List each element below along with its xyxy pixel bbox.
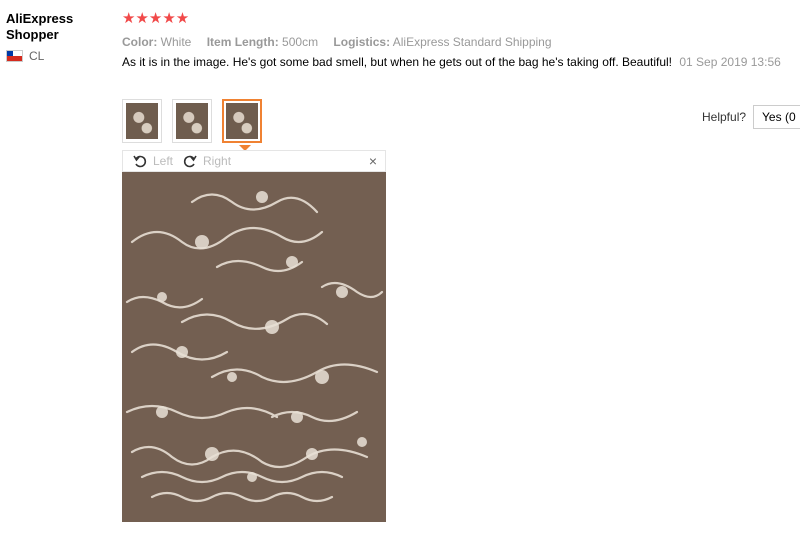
helpful-section: Helpful? Yes (0 bbox=[702, 105, 800, 129]
review-content: As it is in the image. He's got some bad… bbox=[122, 55, 782, 70]
review-text: As it is in the image. He's got some bad… bbox=[122, 55, 673, 69]
rotate-right-icon bbox=[183, 155, 197, 168]
helpful-label: Helpful? bbox=[702, 110, 747, 124]
country-code: CL bbox=[29, 49, 45, 63]
rotate-right-button[interactable]: Right bbox=[183, 154, 231, 168]
reviewer-country: CL bbox=[6, 49, 116, 63]
viewer-toolbar: Left Right × bbox=[122, 150, 386, 172]
helpful-yes-button[interactable]: Yes (0 bbox=[753, 105, 800, 129]
star-rating: ★★★★★ bbox=[122, 10, 190, 27]
photo-thumbnail[interactable] bbox=[122, 99, 162, 143]
rotate-left-icon bbox=[133, 155, 147, 168]
reviewer-name: AliExpress Shopper bbox=[6, 11, 74, 42]
prop-value: 500cm bbox=[282, 35, 319, 49]
photo-thumbnail-active[interactable] bbox=[222, 99, 262, 143]
close-icon[interactable]: × bbox=[369, 153, 377, 169]
rotate-left-button[interactable]: Left bbox=[133, 154, 173, 168]
review-photo bbox=[122, 172, 386, 522]
prop-value: White bbox=[160, 35, 192, 49]
review-properties: Color: White Item Length: 500cm Logistic… bbox=[122, 35, 800, 49]
prop-label: Logistics: bbox=[333, 35, 391, 49]
prop-label: Item Length: bbox=[206, 35, 279, 49]
photo-viewer: Left Right × bbox=[122, 150, 386, 522]
review-main: ★★★★★ Color: White Item Length: 500cm Lo… bbox=[122, 11, 800, 70]
rotate-left-label: Left bbox=[153, 154, 174, 168]
reviewer-info: AliExpress Shopper CL bbox=[6, 11, 116, 63]
photo-thumbnail[interactable] bbox=[172, 99, 212, 143]
rotate-right-label: Right bbox=[203, 154, 232, 168]
photo-thumbnails bbox=[122, 99, 272, 143]
prop-label: Color: bbox=[122, 35, 158, 49]
review-date: 01 Sep 2019 13:56 bbox=[679, 55, 781, 69]
prop-value: AliExpress Standard Shipping bbox=[392, 35, 552, 49]
flag-icon bbox=[6, 50, 23, 62]
